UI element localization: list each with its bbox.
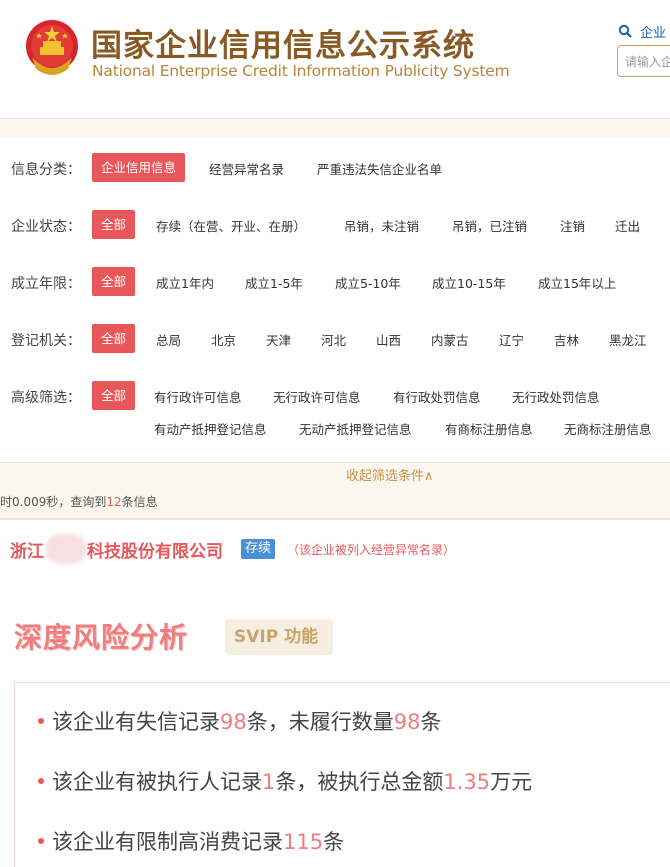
filter-option[interactable]: 有动产抵押登记信息: [154, 419, 267, 438]
filter-label: 企业状态：: [11, 219, 81, 235]
filter-option[interactable]: 内蒙古: [431, 330, 469, 349]
site-title-en: National Enterprise Credit Information P…: [92, 62, 510, 80]
filter-option[interactable]: 注销: [560, 216, 585, 235]
svip-badge: SVIP 功能: [225, 619, 333, 655]
filter-option[interactable]: 辽宁: [499, 330, 524, 349]
collapse-bar: 收起筛选条件∧: [0, 462, 670, 484]
filter-panel: 信息分类： 企业信用信息 经营异常名录 严重违法失信企业名单 企业状态： 全部 …: [0, 138, 670, 462]
filter-active-option[interactable]: 全部: [92, 324, 136, 353]
filter-label: 信息分类：: [11, 162, 81, 178]
filter-row-registry: 登记机关： 全部 总局 北京 天津 河北 山西 内蒙古 辽宁 吉林 黑龙江: [0, 324, 670, 354]
filter-option[interactable]: 有行政处罚信息: [393, 387, 481, 406]
filter-option[interactable]: 存续（在营、开业、在册）: [156, 216, 306, 235]
company-name-end[interactable]: 科技股份有限公司: [87, 537, 223, 562]
company-name-start[interactable]: 浙江: [10, 537, 44, 562]
filter-label: 登记机关：: [11, 333, 81, 349]
national-emblem-icon: [26, 20, 78, 75]
filter-option[interactable]: 迁出: [615, 216, 640, 235]
filter-option[interactable]: 吊销，已注销: [452, 216, 527, 235]
filter-option[interactable]: 无商标注册信息: [564, 419, 652, 438]
filter-option[interactable]: 吊销，未注销: [344, 216, 419, 235]
risk-item: 该企业有限制高消费记录115条: [38, 826, 344, 856]
risk-analysis-title: 深度风险分析: [14, 621, 189, 654]
site-title-cn: 国家企业信用信息公示系统: [91, 28, 475, 64]
bullet-icon: [38, 778, 44, 784]
filter-option[interactable]: 总局: [156, 330, 181, 349]
bullet-icon: [38, 838, 44, 844]
filter-active-option[interactable]: 全部: [92, 210, 136, 239]
search-type-link[interactable]: 企业: [640, 22, 666, 41]
result-count: 12: [106, 495, 122, 509]
search-icon[interactable]: [618, 24, 632, 38]
filter-option[interactable]: 成立5-10年: [335, 273, 401, 292]
filter-option[interactable]: 成立1-5年: [245, 273, 303, 292]
collapse-filters-link[interactable]: 收起筛选条件∧: [346, 465, 434, 484]
filter-option[interactable]: 有商标注册信息: [445, 419, 533, 438]
filter-row-age: 成立年限： 全部 成立1年内 成立1-5年 成立5-10年 成立10-15年 成…: [0, 267, 670, 297]
filter-option[interactable]: 河北: [321, 330, 346, 349]
filter-option[interactable]: 成立1年内: [156, 273, 214, 292]
filter-option[interactable]: 吉林: [554, 330, 579, 349]
filter-option[interactable]: 无行政许可信息: [273, 387, 361, 406]
filter-option[interactable]: 严重违法失信企业名单: [317, 159, 442, 178]
risk-item: 该企业有失信记录98条，未履行数量98条: [38, 706, 441, 736]
filter-label: 成立年限：: [11, 276, 81, 292]
filter-active-option[interactable]: 企业信用信息: [92, 153, 186, 182]
filter-option[interactable]: 成立10-15年: [432, 273, 506, 292]
risk-item: 该企业有被执行人记录1条，被执行总金额1.35万元: [38, 766, 532, 796]
result-summary: 时0.009秒，查询到12条信息: [0, 484, 670, 520]
redacted-name-blur: [46, 534, 86, 564]
abnormal-note: （该企业被列入经营异常名录）: [287, 543, 456, 557]
filter-option[interactable]: 无行政处罚信息: [512, 387, 600, 406]
filter-option[interactable]: 天津: [266, 330, 291, 349]
filter-active-option[interactable]: 全部: [92, 381, 136, 410]
status-badge: 存续: [241, 539, 276, 559]
bullet-icon: [38, 718, 44, 724]
filter-row-category: 信息分类： 企业信用信息 经营异常名录 严重违法失信企业名单: [0, 153, 670, 183]
filter-option[interactable]: 无动产抵押登记信息: [299, 419, 412, 438]
search-input[interactable]: 请输入企: [617, 45, 670, 77]
filter-active-option[interactable]: 全部: [92, 267, 136, 296]
filter-option[interactable]: 北京: [211, 330, 236, 349]
filter-label: 高级筛选：: [11, 390, 81, 406]
filter-option[interactable]: 有行政许可信息: [154, 387, 242, 406]
filter-option[interactable]: 经营异常名录: [209, 159, 284, 178]
filter-row-status: 企业状态： 全部 存续（在营、开业、在册） 吊销，未注销 吊销，已注销 注销 迁…: [0, 210, 670, 240]
filter-row-advanced: 高级筛选： 全部 有行政许可信息 无行政许可信息 有行政处罚信息 无行政处罚信息…: [0, 381, 670, 445]
filter-option[interactable]: 成立15年以上: [538, 273, 616, 292]
site-header: 国家企业信用信息公示系统 National Enterprise Credit …: [0, 0, 670, 118]
filter-option[interactable]: 山西: [376, 330, 401, 349]
filter-option[interactable]: 黑龙江: [609, 330, 647, 349]
filter-top-band: [0, 118, 670, 138]
result-summary-text: 时0.009秒，查询到12条信息: [0, 495, 158, 509]
